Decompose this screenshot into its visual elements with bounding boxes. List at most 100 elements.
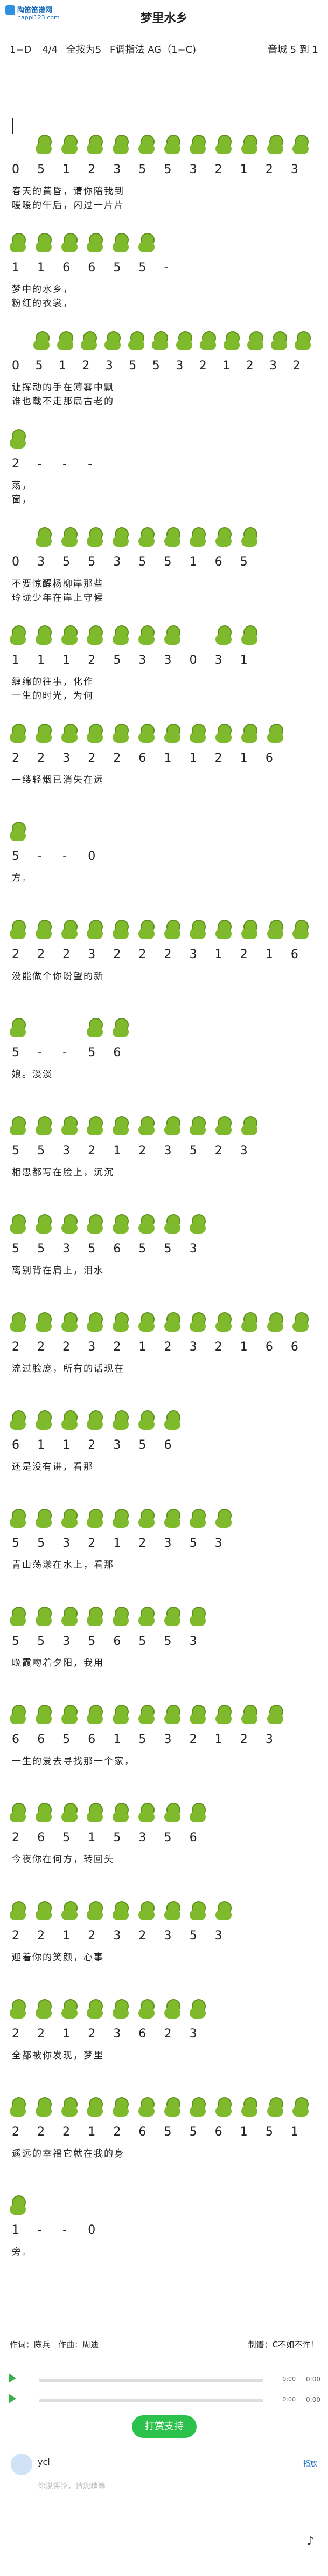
- ocarina-fingering-icon: [241, 920, 257, 939]
- note: 3: [62, 1635, 71, 1648]
- note: 3: [62, 1144, 71, 1158]
- ocarina-fingering-icon: [61, 1214, 78, 1234]
- progress-track[interactable]: [39, 2399, 263, 2402]
- note: 5: [62, 555, 71, 569]
- ocarina-fingering-icon: [215, 135, 232, 154]
- ocarina-fingering-icon: [10, 1509, 26, 1528]
- reply-link[interactable]: 播放: [303, 2458, 317, 2468]
- ocarina-fingering-icon: [61, 233, 78, 252]
- note: 2: [246, 359, 254, 373]
- ocarina-fingering-icon: [61, 1999, 78, 2019]
- note: 1: [58, 359, 66, 373]
- ocarina-fingering-icon: [215, 1312, 232, 1332]
- ocarina-fingering-icon: [35, 1705, 52, 1724]
- note: 3: [214, 1929, 222, 1943]
- note: 6: [265, 752, 273, 765]
- note: 5: [138, 1733, 146, 1746]
- note: 2: [138, 1537, 146, 1550]
- ocarina-fingering-icon: [87, 1312, 103, 1332]
- credits: 作词：陈兵 作曲：周迪: [10, 2340, 99, 2350]
- note: 3: [164, 1537, 172, 1550]
- note: 6: [138, 2125, 146, 2139]
- ocarina-fingering-icon: [61, 1312, 78, 1332]
- ocarina-fingering-icon: [57, 331, 74, 350]
- note: 1: [113, 1733, 121, 1746]
- progress-track[interactable]: [39, 2379, 263, 2382]
- note: 2: [214, 1340, 222, 1354]
- notation-line: 5 - - 5 6: [12, 1046, 316, 1069]
- ocarina-fingering-icon: [35, 1312, 52, 1332]
- ocarina-fingering-icon: [190, 1116, 206, 1135]
- note: 2: [82, 359, 90, 373]
- ocarina-fingering-icon: [215, 1116, 232, 1135]
- ocarina-fingering-icon: [164, 527, 180, 547]
- ocarina-fingering-icon: [215, 625, 232, 645]
- ocarina-fingering-icon: [113, 1607, 129, 1626]
- notation-line: 2 6 5 1 5 3 5 6: [12, 1831, 316, 1854]
- ocarina-fingering-icon: [164, 625, 180, 645]
- notation-line: 0 5 1 2 3 5 5 3 2 1 2 3 2: [12, 359, 316, 382]
- note: 5: [164, 1635, 172, 1648]
- score-row: 2- - - 荡， 窗，: [12, 457, 316, 505]
- note: 3: [138, 1831, 146, 1844]
- play-icon[interactable]: [9, 2373, 16, 2383]
- note: 3: [189, 2027, 197, 2041]
- ocarina-fingering-icon: [138, 1214, 155, 1234]
- ocarina-fingering-icon: [164, 1607, 180, 1626]
- ocarina-fingering-icon: [35, 1116, 52, 1135]
- lyric-line-1: 迎着你的笑颜，心事: [12, 1952, 104, 1963]
- note: 2: [12, 1929, 19, 1943]
- music-note-icon[interactable]: ♪: [306, 2534, 314, 2548]
- ocarina-fingering-icon: [10, 233, 26, 252]
- note: 1: [37, 261, 45, 274]
- lyric-line-1: 今夜你在何方，转回头: [12, 1854, 114, 1865]
- ocarina-fingering-icon: [241, 1705, 257, 1724]
- play-icon[interactable]: [9, 2394, 16, 2403]
- score-row: 5 5 3 2 1 2 3 5 2 3 相思都写在脸上，沉沉: [12, 1144, 316, 1178]
- note: 1: [88, 1831, 96, 1844]
- fingering-row: [10, 1999, 318, 2021]
- ocarina-fingering-icon: [138, 527, 155, 547]
- note: 2: [164, 948, 172, 961]
- note: 6: [88, 1733, 96, 1746]
- score-row: 6 6 5 6 1 5 3 2 1 2 3 一生的爱去寻找那一个家，: [12, 1733, 316, 1767]
- audio-player-1[interactable]: 0:00 0:00: [5, 2372, 323, 2388]
- ocarina-fingering-icon: [138, 1607, 155, 1626]
- ocarina-fingering-icon: [61, 1410, 78, 1430]
- note: 2: [164, 2027, 172, 2041]
- score-row: 2 2 2 3 2 2 2 3 1 2 1 6 没能做个你盼望的新: [12, 948, 316, 982]
- note: 5: [12, 1537, 19, 1550]
- note: 1: [12, 2223, 19, 2237]
- note: 6: [214, 2125, 222, 2139]
- note: 5: [240, 555, 248, 569]
- ocarina-fingering-icon: [10, 920, 26, 939]
- note: 5: [164, 1831, 172, 1844]
- note: 3: [62, 1242, 71, 1256]
- lyric-line-2: 暖暖的午后，闪过一片片: [12, 200, 124, 211]
- ocarina-fingering-icon: [35, 625, 52, 645]
- fingering-row: [10, 1705, 318, 1726]
- ocarina-fingering-icon: [190, 1999, 206, 2019]
- note: 5: [189, 2125, 197, 2139]
- support-button[interactable]: 打赏支持: [132, 2415, 197, 2438]
- note: 2: [240, 1733, 248, 1746]
- note: 0: [12, 359, 19, 373]
- lyric-line-2: 谁也载不走那扇古老的: [12, 396, 114, 407]
- ocarina-fingering-icon: [164, 1410, 180, 1430]
- note: 2: [292, 359, 301, 373]
- note: 5: [138, 163, 146, 176]
- note: 6: [62, 261, 71, 274]
- notation-line: 5 5 3 5 6 5 5 3: [12, 1242, 316, 1265]
- ocarina-fingering-icon: [61, 527, 78, 547]
- ocarina-fingering-icon: [113, 1312, 129, 1332]
- note: 1: [62, 653, 71, 667]
- note: 2: [37, 2125, 45, 2139]
- ocarina-fingering-icon: [215, 920, 232, 939]
- note: 5: [37, 1242, 45, 1256]
- lyric-line-1: 青山荡漾在水上，看那: [12, 1560, 114, 1571]
- ocarina-fingering-icon: [87, 1901, 103, 1920]
- note: 1: [37, 1438, 45, 1452]
- fingering-row: [10, 135, 318, 156]
- lyric-line-1: 全都被你发现，梦里: [12, 2050, 104, 2061]
- audio-player-2[interactable]: 0:00 0:00: [5, 2393, 323, 2409]
